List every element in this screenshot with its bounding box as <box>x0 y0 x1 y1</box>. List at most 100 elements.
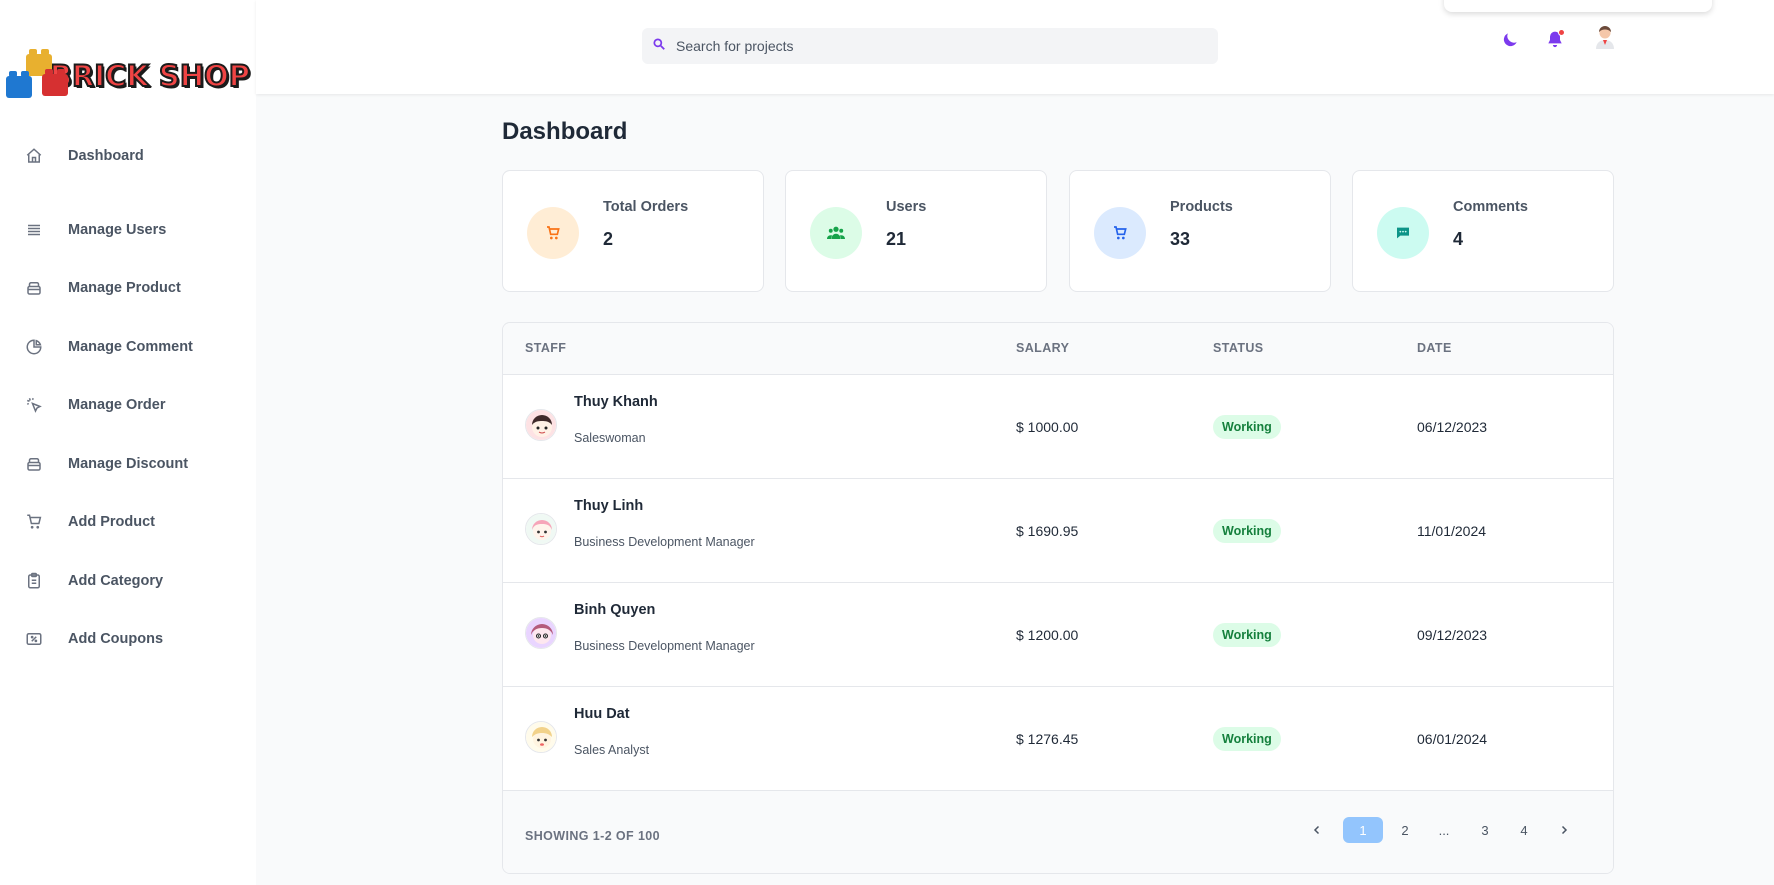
staff-date: 06/01/2024 <box>1417 731 1488 747</box>
pagination-summary: SHOWING 1-2 OF 100 <box>525 829 661 843</box>
staff-role: Saleswoman <box>574 431 646 445</box>
bell-icon[interactable] <box>1543 28 1567 52</box>
stat-label: Comments <box>1453 199 1528 215</box>
status-badge: Working <box>1213 415 1281 439</box>
staff-salary: $ 1690.95 <box>1016 523 1079 539</box>
column-header-date: DATE <box>1417 341 1452 355</box>
brand-logo[interactable]: BRICK SHOP <box>4 48 251 104</box>
lego-bricks-icon <box>4 48 68 104</box>
stat-value: 21 <box>886 229 907 249</box>
status-badge: Working <box>1213 623 1281 647</box>
staff-date: 09/12/2023 <box>1417 627 1488 643</box>
column-header-salary: SALARY <box>1016 341 1070 355</box>
search-bar[interactable] <box>642 28 1218 64</box>
brand-name: BRICK SHOP <box>49 58 251 94</box>
sidebar-item-label: Manage Users <box>68 222 167 238</box>
sidebar-item-manage-discount[interactable]: Manage Discount <box>0 444 256 484</box>
status-badge: Working <box>1213 727 1281 751</box>
pagination-page-3[interactable]: 3 <box>1471 817 1499 843</box>
home-icon <box>24 146 44 166</box>
status-badge: Working <box>1213 519 1281 543</box>
staff-salary: $ 1000.00 <box>1016 419 1079 435</box>
list-icon <box>24 220 44 240</box>
avatar <box>525 721 557 753</box>
box-icon <box>24 278 44 298</box>
pagination-page-1[interactable]: 1 <box>1343 817 1383 843</box>
notification-dot <box>1558 29 1565 36</box>
page-title: Dashboard <box>502 118 628 145</box>
sidebar-item-manage-product[interactable]: Manage Product <box>0 268 256 308</box>
sidebar-item-label: Manage Order <box>68 397 166 413</box>
stat-card-total-orders: Total Orders 2 <box>502 170 764 292</box>
avatar <box>525 617 557 649</box>
staff-salary: $ 1276.45 <box>1016 731 1079 747</box>
sidebar-item-manage-comment[interactable]: Manage Comment <box>0 327 256 367</box>
table-row[interactable]: Thuy Linh Business Development Manager $… <box>503 479 1613 583</box>
pagination-page-2[interactable]: 2 <box>1391 817 1419 843</box>
stat-value: 33 <box>1170 229 1191 249</box>
column-header-status: STATUS <box>1213 341 1264 355</box>
stat-value: 4 <box>1453 229 1464 249</box>
cart-icon <box>24 512 44 532</box>
pagination-page-4[interactable]: 4 <box>1510 817 1538 843</box>
stat-value: 2 <box>603 229 614 249</box>
staff-salary: $ 1200.00 <box>1016 627 1079 643</box>
dropdown-popup <box>1444 0 1712 12</box>
staff-role: Business Development Manager <box>574 535 755 549</box>
percent-tag-icon <box>24 629 44 649</box>
pagination-next-button[interactable] <box>1550 817 1578 843</box>
sidebar-item-label: Manage Discount <box>68 456 189 472</box>
table-row[interactable]: Thuy Khanh Saleswoman $ 1000.00 Working … <box>503 375 1613 479</box>
staff-table: STAFF SALARY STATUS DATE Thuy Khanh Sale… <box>502 322 1614 874</box>
sidebar: BRICK SHOP Dashboard Manage Users Manage… <box>0 0 256 885</box>
sidebar-item-add-category[interactable]: Add Category <box>0 561 256 601</box>
avatar <box>525 513 557 545</box>
sidebar-item-label: Add Category <box>68 573 164 589</box>
sidebar-item-label: Manage Comment <box>68 339 193 355</box>
table-row[interactable]: Binh Quyen Business Development Manager … <box>503 583 1613 687</box>
staff-date: 06/12/2023 <box>1417 419 1488 435</box>
staff-name: Binh Quyen <box>574 602 656 618</box>
sidebar-item-label: Add Product <box>68 514 155 530</box>
sidebar-item-manage-order[interactable]: Manage Order <box>0 385 256 425</box>
table-row[interactable]: Huu Dat Sales Analyst $ 1276.45 Working … <box>503 687 1613 791</box>
stat-card-products: Products 33 <box>1069 170 1331 292</box>
column-header-staff: STAFF <box>525 341 567 355</box>
stat-card-users: Users 21 <box>785 170 1047 292</box>
staff-date: 11/01/2024 <box>1417 523 1487 539</box>
staff-name: Thuy Linh <box>574 498 644 514</box>
staff-role: Sales Analyst <box>574 743 650 757</box>
table-header: STAFF SALARY STATUS DATE <box>503 323 1613 375</box>
staff-name: Thuy Khanh <box>574 394 658 410</box>
top-header <box>256 0 1774 94</box>
cart-icon <box>527 207 579 259</box>
sidebar-item-manage-users[interactable]: Manage Users <box>0 210 256 250</box>
chat-icon <box>1377 207 1429 259</box>
staff-name: Huu Dat <box>574 706 630 722</box>
users-icon <box>810 207 862 259</box>
pagination-prev-button[interactable] <box>1303 817 1331 843</box>
sidebar-item-dashboard[interactable]: Dashboard <box>0 136 256 176</box>
moon-icon[interactable] <box>1498 28 1522 52</box>
sidebar-item-add-product[interactable]: Add Product <box>0 502 256 542</box>
clipboard-icon <box>24 571 44 591</box>
search-input[interactable] <box>676 38 1196 54</box>
sidebar-item-label: Dashboard <box>68 148 144 164</box>
pagination-ellipsis: ... <box>1438 822 1450 838</box>
staff-role: Business Development Manager <box>574 639 755 653</box>
box-icon <box>24 454 44 474</box>
cursor-click-icon <box>24 395 44 415</box>
search-icon <box>652 37 666 56</box>
user-avatar-icon[interactable] <box>1593 25 1617 49</box>
chevron-right-icon <box>1561 825 1568 835</box>
stat-label: Products <box>1170 199 1233 215</box>
cart-icon <box>1094 207 1146 259</box>
pie-chart-icon <box>24 337 44 357</box>
avatar <box>525 409 557 441</box>
sidebar-item-label: Add Coupons <box>68 631 164 647</box>
chevron-left-icon <box>1313 825 1320 835</box>
stat-label: Total Orders <box>603 199 689 215</box>
stat-card-comments: Comments 4 <box>1352 170 1614 292</box>
sidebar-item-add-coupons[interactable]: Add Coupons <box>0 619 256 659</box>
sidebar-item-label: Manage Product <box>68 280 181 296</box>
